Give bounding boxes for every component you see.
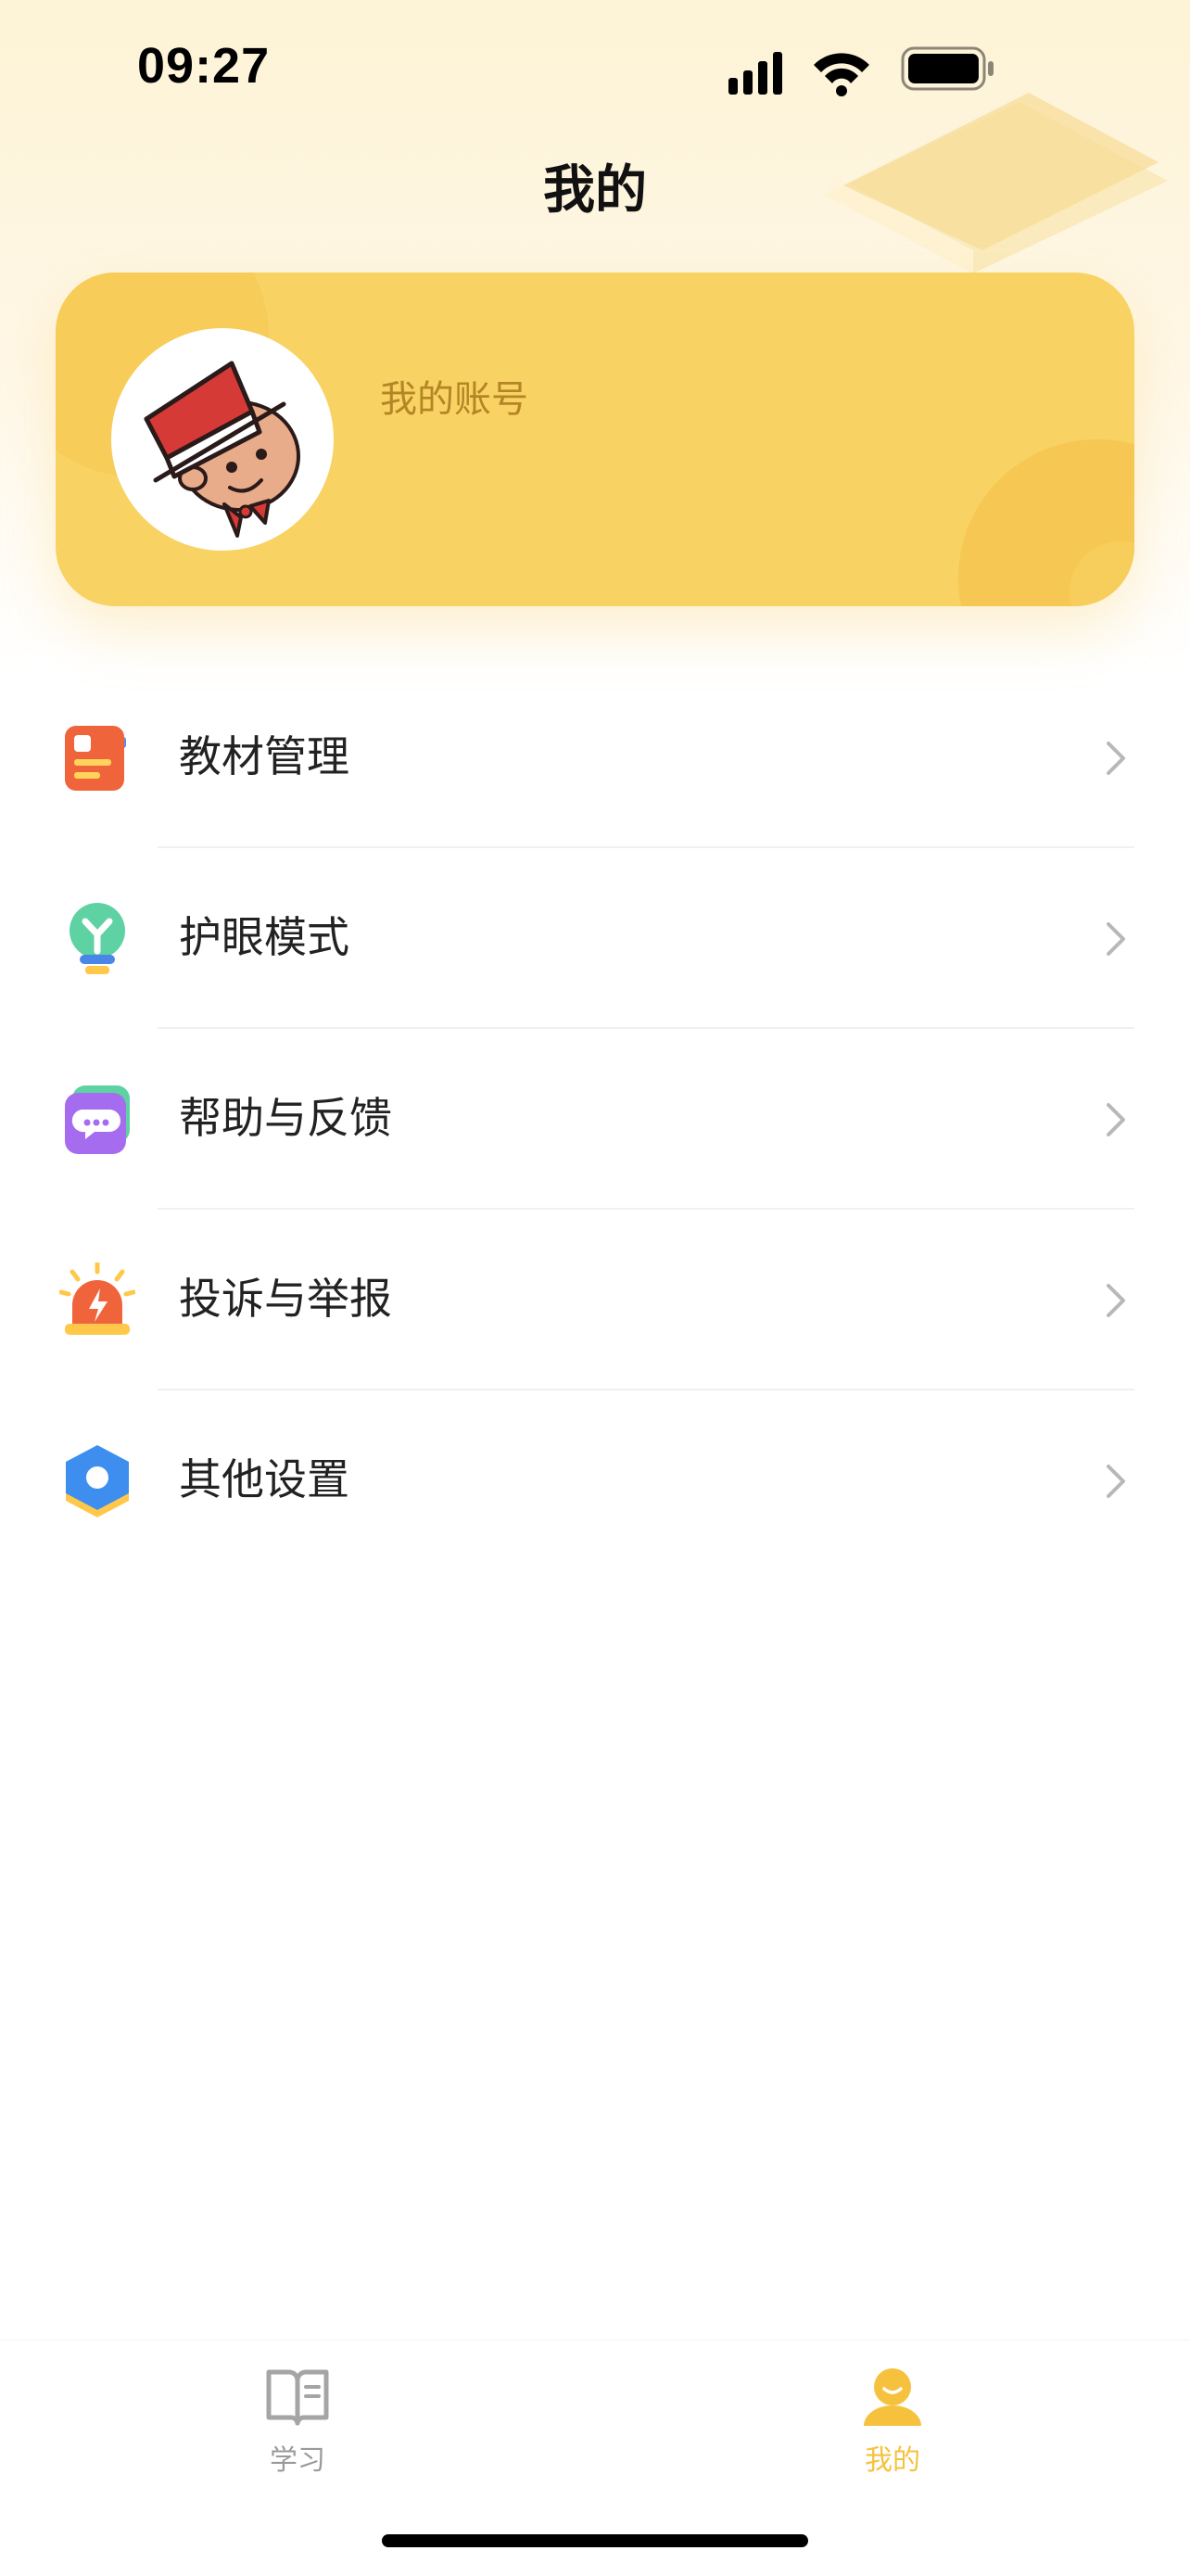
hexagon-settings-icon bbox=[66, 1445, 129, 1517]
textbook-icon bbox=[65, 726, 126, 791]
tab-study-label: 学习 bbox=[270, 2444, 325, 2477]
chat-bubble-icon bbox=[65, 1085, 130, 1154]
home-indicator bbox=[382, 2534, 808, 2547]
chevron-right-icon bbox=[1107, 1103, 1125, 1136]
person-icon bbox=[864, 2368, 921, 2426]
menu-label: 帮助与反馈 bbox=[179, 1093, 392, 1143]
menu-item-help-feedback[interactable]: 帮助与反馈 bbox=[0, 1029, 1190, 1210]
menu-item-other-settings[interactable]: 其他设置 bbox=[0, 1390, 1190, 1571]
cellular-signal-icon bbox=[728, 52, 782, 95]
tab-mine[interactable]: 我的 bbox=[800, 2367, 985, 2496]
menu-label: 教材管理 bbox=[179, 731, 349, 781]
menu-label: 护眼模式 bbox=[179, 912, 349, 962]
status-icons bbox=[728, 46, 994, 96]
chevron-right-icon bbox=[1107, 1465, 1125, 1498]
chevron-right-icon bbox=[1107, 1284, 1125, 1317]
page-title: 我的 bbox=[543, 160, 647, 221]
account-label[interactable]: 我的账号 bbox=[380, 369, 528, 423]
menu-label: 其他设置 bbox=[179, 1454, 349, 1504]
avatar[interactable] bbox=[111, 328, 334, 551]
menu-label: 投诉与举报 bbox=[179, 1274, 392, 1324]
status-time: 09:27 bbox=[137, 38, 271, 94]
eye-care-bulb-icon bbox=[70, 903, 125, 974]
menu-item-eye-care-mode[interactable]: 护眼模式 bbox=[0, 848, 1190, 1029]
chevron-right-icon bbox=[1107, 922, 1125, 956]
status-bar: 09:27 bbox=[0, 0, 1190, 139]
tab-study[interactable]: 学习 bbox=[205, 2367, 390, 2496]
cartoon-avatar-icon bbox=[144, 361, 300, 538]
chevron-right-icon bbox=[1107, 742, 1125, 775]
settings-menu: 教材管理 护眼模式 帮助与反馈 投诉与举报 其他设置 bbox=[0, 667, 1190, 1571]
book-icon bbox=[266, 2369, 329, 2426]
wifi-icon bbox=[814, 53, 869, 96]
menu-item-textbook-management[interactable]: 教材管理 bbox=[0, 667, 1190, 848]
profile-card[interactable]: 我的账号 bbox=[56, 273, 1134, 606]
menu-item-complaint-report[interactable]: 投诉与举报 bbox=[0, 1210, 1190, 1390]
battery-icon bbox=[901, 46, 994, 91]
tab-mine-label: 我的 bbox=[865, 2444, 920, 2477]
alarm-siren-icon bbox=[59, 1263, 135, 1335]
